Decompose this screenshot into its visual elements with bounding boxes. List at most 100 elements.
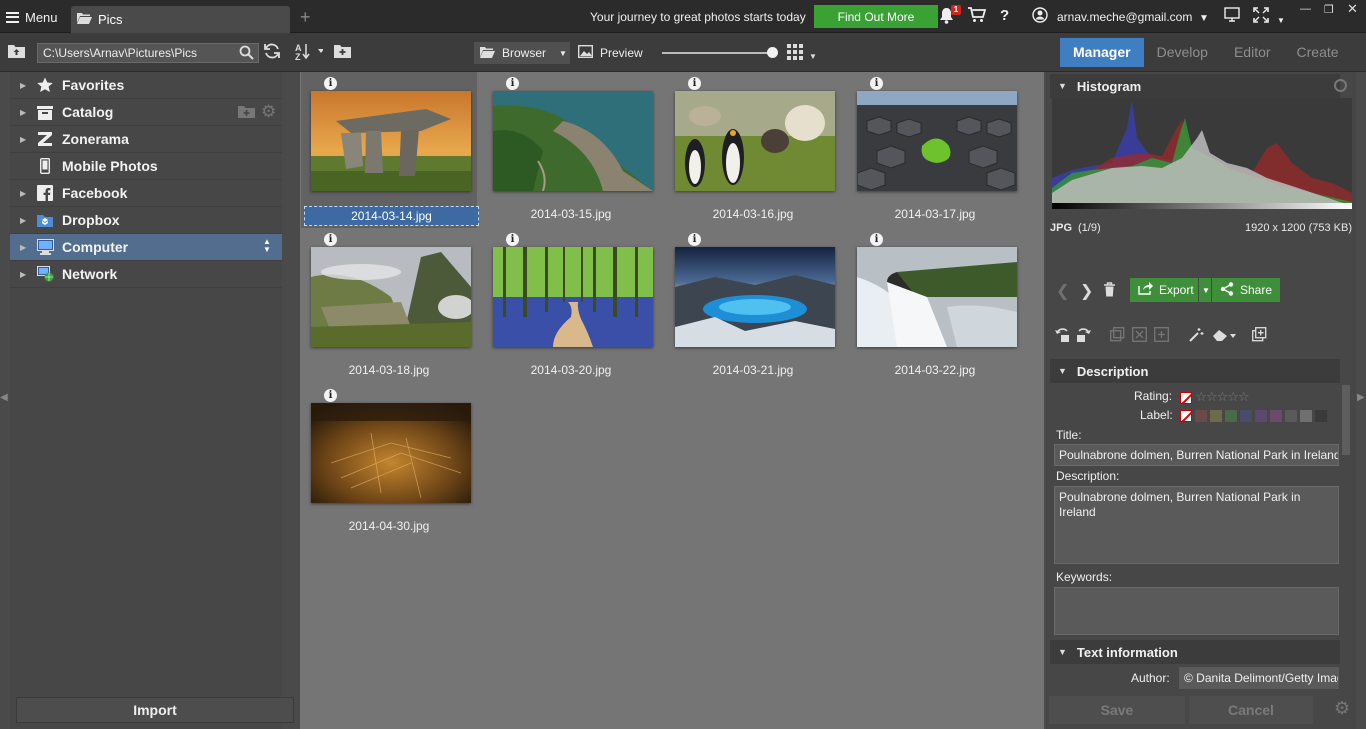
add-to-collection-icon[interactable] bbox=[1252, 327, 1267, 345]
fullscreen-icon[interactable] bbox=[1253, 7, 1269, 28]
expand-icon[interactable]: ▶ bbox=[20, 189, 30, 198]
sidebar-item-computer[interactable]: ▶ Computer ▲ ▼ bbox=[10, 234, 282, 261]
sidebar-item-favorites[interactable]: ▶ Favorites bbox=[10, 72, 282, 99]
chevron-down-icon[interactable]: ▼ bbox=[809, 47, 817, 67]
cancel-button[interactable]: Cancel bbox=[1189, 696, 1313, 724]
export-dropdown-icon[interactable]: ▼ bbox=[1199, 278, 1211, 302]
keywords-field[interactable] bbox=[1054, 587, 1339, 635]
share-button[interactable]: Share bbox=[1212, 278, 1280, 302]
cart-icon[interactable] bbox=[968, 7, 987, 28]
fullscreen-chevron-icon[interactable]: ▼ bbox=[1277, 12, 1285, 30]
label-swatch[interactable] bbox=[1210, 409, 1222, 422]
eraser-icon[interactable] bbox=[1212, 328, 1236, 345]
info-icon[interactable]: i bbox=[324, 389, 337, 402]
star-icon[interactable]: ☆ bbox=[1238, 389, 1250, 404]
sidebar-item-network[interactable]: ▶ Network bbox=[10, 261, 282, 288]
description-field[interactable]: Poulnabrone dolmen, Burren National Park… bbox=[1054, 486, 1339, 564]
close-icon[interactable]: ✕ bbox=[1347, 1, 1358, 17]
expand-icon[interactable]: ▶ bbox=[20, 135, 30, 144]
magic-wand-icon[interactable] bbox=[1188, 327, 1204, 346]
star-icon[interactable]: ☆ bbox=[1195, 389, 1207, 404]
next-icon[interactable]: ❯ bbox=[1080, 281, 1093, 301]
sidebar-item-catalog[interactable]: ▶ Catalog ⚙ bbox=[10, 99, 282, 126]
duplicate-icon[interactable] bbox=[1154, 327, 1169, 345]
refresh-icon[interactable] bbox=[263, 42, 281, 66]
thumbnail-item[interactable]: i 2014-03-14.jpg bbox=[301, 72, 479, 228]
sidebar-item-dropbox[interactable]: ▶ Dropbox bbox=[10, 207, 282, 234]
preview-view-button[interactable]: Preview bbox=[577, 42, 643, 64]
info-icon[interactable]: i bbox=[870, 77, 883, 90]
info-icon[interactable]: i bbox=[506, 77, 519, 90]
right-panel-scrollbar[interactable] bbox=[1342, 385, 1350, 455]
info-icon[interactable]: i bbox=[870, 233, 883, 246]
import-button[interactable]: Import bbox=[16, 697, 294, 723]
copy-icon[interactable] bbox=[1110, 327, 1125, 345]
tab-pics[interactable]: Pics bbox=[71, 6, 290, 33]
label-swatches[interactable] bbox=[1180, 408, 1330, 422]
tab-develop[interactable]: Develop bbox=[1144, 38, 1221, 67]
thumbnail-item[interactable]: i 2014-03-15.jpg bbox=[483, 72, 659, 228]
star-icon[interactable]: ☆ bbox=[1217, 389, 1229, 404]
sidebar-item-mobile-photos[interactable]: Mobile Photos bbox=[10, 153, 282, 180]
thumbnail-item[interactable]: i 2014-03-22.jpg bbox=[847, 228, 1023, 384]
new-folder-icon[interactable] bbox=[334, 44, 351, 64]
screen-icon[interactable] bbox=[1224, 7, 1240, 27]
thumbnail-item[interactable]: i 2014-03-20.jpg bbox=[483, 228, 659, 384]
thumbnail-item[interactable]: i 2014-03-21.jpg bbox=[665, 228, 841, 384]
expand-icon[interactable]: ▶ bbox=[20, 243, 30, 252]
label-swatch[interactable] bbox=[1240, 409, 1252, 422]
save-button[interactable]: Save bbox=[1049, 696, 1185, 724]
author-field[interactable]: © Danita Delimont/Getty Images bbox=[1179, 667, 1339, 689]
text-information-header[interactable]: ▼ Text information bbox=[1050, 640, 1340, 664]
move-icon[interactable] bbox=[1132, 327, 1147, 345]
label-swatch[interactable] bbox=[1255, 409, 1267, 422]
chevron-down-icon[interactable]: ▼ bbox=[1199, 10, 1209, 28]
path-input[interactable]: C:\Users\Arnav\Pictures\Pics bbox=[37, 43, 259, 63]
folder-up-icon[interactable] bbox=[8, 44, 25, 64]
thumbnail-item[interactable]: i 2014-03-18.jpg bbox=[301, 228, 477, 384]
thumbnail-item[interactable]: i 2014-03-16.jpg bbox=[665, 72, 841, 228]
tab-manager[interactable]: Manager bbox=[1060, 38, 1144, 67]
histogram-header[interactable]: ▼ Histogram bbox=[1050, 74, 1347, 98]
star-icon[interactable]: ☆ bbox=[1227, 389, 1239, 404]
expand-icon[interactable]: ▶ bbox=[20, 216, 30, 225]
add-tab-icon[interactable]: + bbox=[300, 8, 311, 26]
settings-gear-icon[interactable]: ⚙ bbox=[1334, 699, 1350, 717]
rotate-right-icon[interactable] bbox=[1076, 327, 1092, 346]
description-header[interactable]: ▼ Description bbox=[1050, 359, 1340, 383]
expand-icon[interactable]: ▶ bbox=[20, 81, 30, 90]
title-field[interactable]: Poulnabrone dolmen, Burren National Park… bbox=[1054, 444, 1339, 466]
gear-icon[interactable]: ⚙ bbox=[261, 103, 276, 120]
browser-view-button[interactable]: Browser ▼ bbox=[474, 42, 570, 64]
info-icon[interactable]: i bbox=[688, 77, 701, 90]
restore-icon[interactable]: ❐ bbox=[1324, 3, 1334, 16]
histogram-settings-icon[interactable] bbox=[1334, 79, 1347, 92]
rotate-left-icon[interactable] bbox=[1054, 327, 1070, 346]
info-icon[interactable]: i bbox=[324, 233, 337, 246]
thumbnail-item[interactable]: i 2014-04-30.jpg bbox=[301, 384, 477, 540]
zoom-slider-track[interactable] bbox=[662, 52, 774, 54]
collapse-left-icon[interactable]: ◀ bbox=[0, 392, 8, 403]
minimize-icon[interactable]: — bbox=[1300, 3, 1311, 15]
add-folder-icon[interactable] bbox=[238, 105, 255, 121]
label-swatch[interactable] bbox=[1225, 409, 1237, 422]
tab-editor[interactable]: Editor bbox=[1221, 38, 1284, 67]
label-swatch[interactable] bbox=[1315, 409, 1327, 422]
label-swatch[interactable] bbox=[1285, 409, 1297, 422]
user-email[interactable]: arnav.meche@gmail.com bbox=[1057, 10, 1192, 24]
sidebar-item-facebook[interactable]: ▶ Facebook bbox=[10, 180, 282, 207]
label-swatch[interactable] bbox=[1270, 409, 1282, 422]
search-icon[interactable] bbox=[239, 45, 254, 65]
thumbnail-item[interactable]: i 2014-03-17.jpg bbox=[847, 72, 1023, 228]
label-swatch[interactable] bbox=[1195, 409, 1207, 422]
help-icon[interactable]: ? bbox=[1000, 7, 1009, 25]
trash-icon[interactable] bbox=[1103, 282, 1116, 300]
rating-stars[interactable]: ☆☆☆☆☆ bbox=[1180, 389, 1250, 405]
info-icon[interactable]: i bbox=[688, 233, 701, 246]
info-icon[interactable]: i bbox=[506, 233, 519, 246]
user-icon[interactable] bbox=[1032, 7, 1048, 28]
sidebar-item-zonerama[interactable]: ▶ Zonerama bbox=[10, 126, 282, 153]
export-button[interactable]: Export bbox=[1130, 278, 1198, 302]
label-swatch[interactable] bbox=[1300, 409, 1312, 422]
previous-icon[interactable]: ❮ bbox=[1056, 281, 1069, 301]
